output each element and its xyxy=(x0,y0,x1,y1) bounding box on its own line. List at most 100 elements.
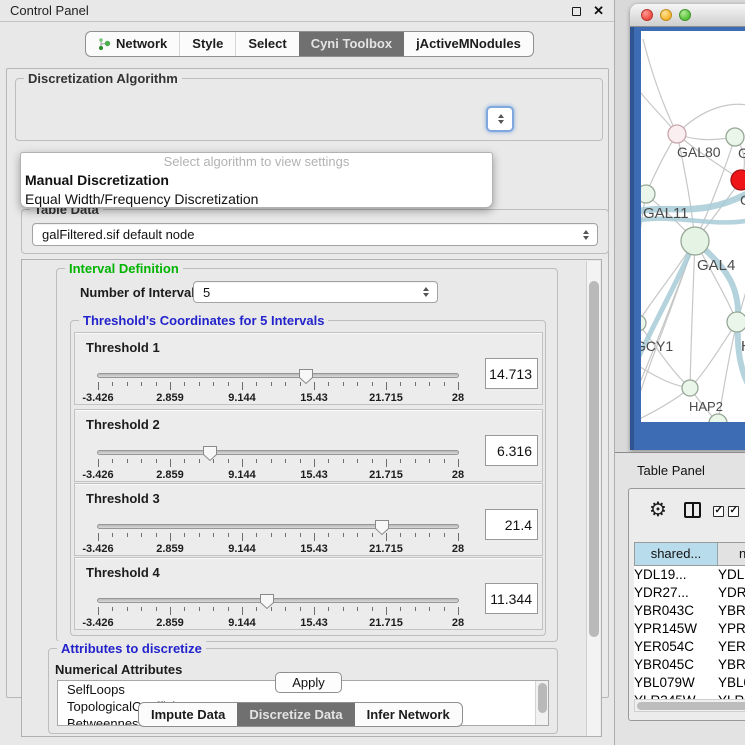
apply-button[interactable]: Apply xyxy=(275,672,342,693)
threshold-1-value-field[interactable] xyxy=(485,358,538,389)
table-row[interactable]: YLR345W YLR3 xyxy=(634,692,745,699)
table-row[interactable]: YDL19... YDL1 xyxy=(634,566,745,584)
node-gal80[interactable] xyxy=(668,125,686,143)
table-panel: ⚙ shared... n YDL19... YDL1 xyxy=(628,488,745,721)
top-tab-bar: Network Style Select Cyni Toolbox jActiv… xyxy=(85,31,534,57)
node-top-right[interactable] xyxy=(726,128,744,146)
slider-scale-labels: -3.4262.8599.14415.4321.71528 xyxy=(98,469,458,481)
threshold-1-label: Threshold 1 xyxy=(86,340,160,355)
number-of-intervals-label: Number of Intervals xyxy=(80,285,202,300)
tab-infer-network[interactable]: Infer Network xyxy=(355,703,462,726)
node-gal11[interactable] xyxy=(641,185,655,203)
table-row[interactable]: YDR27... YDR2 xyxy=(634,584,745,602)
checkbox-icon-2[interactable] xyxy=(728,506,739,517)
threshold-2-label: Threshold 2 xyxy=(86,417,160,432)
threshold-4-label: Threshold 4 xyxy=(86,565,160,580)
label-gal4: GAL4 xyxy=(697,257,735,274)
tab-network[interactable]: Network xyxy=(86,32,179,56)
table-toolbar: ⚙ xyxy=(629,489,745,541)
gear-icon[interactable]: ⚙ xyxy=(649,497,667,522)
tab-cyni-toolbox[interactable]: Cyni Toolbox xyxy=(299,32,404,56)
threshold-1-slider[interactable]: -3.4262.8599.14415.4321.71528 xyxy=(97,373,459,378)
threshold-2-panel: Threshold 2 -3.4262.8599.14415.4321.7152… xyxy=(74,409,543,482)
combo-arrows-icon xyxy=(498,114,504,124)
table-row[interactable]: YBL079W YBL0 xyxy=(634,674,745,692)
numerical-attributes-label: Numerical Attributes xyxy=(55,662,182,677)
node-hap2[interactable] xyxy=(682,380,698,396)
discretization-algorithm-title: Discretization Algorithm xyxy=(24,71,182,86)
control-panel-window: Control Panel ✕ Network Style Select Cyn… xyxy=(0,0,615,745)
screen: Control Panel ✕ Network Style Select Cyn… xyxy=(0,0,745,745)
tab-discretize-data[interactable]: Discretize Data xyxy=(237,703,354,726)
list-scrollbar-thumb[interactable] xyxy=(538,683,547,713)
threshold-3-label: Threshold 3 xyxy=(86,491,160,506)
number-of-intervals-value: 5 xyxy=(203,285,210,300)
threshold-4-slider[interactable]: -3.4262.8599.14415.4321.71528 xyxy=(97,598,459,603)
node-right-mid[interactable] xyxy=(727,312,745,332)
table-row[interactable]: YBR043C YBR0 xyxy=(634,602,745,620)
table-panel-title: Table Panel xyxy=(637,463,705,478)
node-gcy1[interactable] xyxy=(641,315,646,331)
threshold-2-value-field[interactable] xyxy=(485,435,538,466)
tab-impute-data[interactable]: Impute Data xyxy=(139,703,237,726)
slider-scale-labels: -3.4262.8599.14415.4321.71528 xyxy=(98,392,458,404)
network-window-titlebar xyxy=(630,4,745,27)
slider-ruler xyxy=(98,459,458,468)
threshold-2-slider[interactable]: -3.4262.8599.14415.4321.71528 xyxy=(97,450,459,455)
slider-ruler xyxy=(98,607,458,616)
column-header-name[interactable]: n xyxy=(718,543,745,565)
table-row[interactable]: YER054C YER0 xyxy=(634,638,745,656)
table-row[interactable]: YPR145W YPR1 xyxy=(634,620,745,638)
label-gal80: GAL80 xyxy=(677,144,721,160)
float-window-icon[interactable] xyxy=(572,7,581,16)
table-row[interactable]: YBR045C YBR0 xyxy=(634,656,745,674)
close-traffic-light[interactable] xyxy=(641,9,653,21)
node-selected-red[interactable] xyxy=(731,170,745,190)
checkbox-icon-1[interactable] xyxy=(713,506,724,517)
dropdown-option-equal-width-frequency[interactable]: Equal Width/Frequency Discretization xyxy=(21,190,492,209)
network-window-frame: GAL80 GA C GAL11 GAL4 GCY1 H HAP2 xyxy=(630,27,745,450)
attributes-group-title: Attributes to discretize xyxy=(57,641,206,656)
minimize-traffic-light[interactable] xyxy=(660,9,672,21)
settings-scroll-area: Interval Definition Number of Intervals … xyxy=(21,259,602,737)
network-graph: GAL80 GA C GAL11 GAL4 GCY1 H HAP2 xyxy=(641,31,745,422)
discretization-algorithm-group: Discretization Algorithm xyxy=(15,78,603,141)
label-gal11: GAL11 xyxy=(643,205,689,222)
settings-scrollbar-thumb[interactable] xyxy=(589,281,599,637)
list-scrollbar[interactable] xyxy=(535,681,548,725)
label-partial-c: C xyxy=(740,192,745,208)
network-canvas[interactable]: GAL80 GA C GAL11 GAL4 GCY1 H HAP2 xyxy=(641,31,745,422)
combo-arrows-icon xyxy=(583,230,589,240)
table-panel-region: Table Panel ⚙ shared... n YDL19... xyxy=(615,452,745,745)
threshold-3-value-field[interactable] xyxy=(485,509,538,540)
slider-ruler xyxy=(98,533,458,542)
dropdown-option-manual-discretization[interactable]: Manual Discretization xyxy=(21,171,492,190)
threshold-3-panel: Threshold 3 -3.4262.8599.14415.4321.7152… xyxy=(74,483,543,556)
threshold-3-slider[interactable]: -3.4262.8599.14415.4321.71528 xyxy=(97,524,459,529)
table-horizontal-scrollbar[interactable] xyxy=(634,699,745,712)
settings-vertical-scrollbar[interactable] xyxy=(586,261,600,737)
label-gcy1: GCY1 xyxy=(641,338,673,354)
table-data-combobox[interactable]: galFiltered.sif default node xyxy=(32,223,598,246)
column-header-shared-name[interactable]: shared... xyxy=(635,543,718,565)
threshold-4-value-field[interactable] xyxy=(485,583,538,614)
number-of-intervals-combobox[interactable]: 5 xyxy=(193,281,438,303)
bottom-tab-bar: Impute Data Discretize Data Infer Networ… xyxy=(138,702,463,727)
tab-select[interactable]: Select xyxy=(235,32,298,56)
dropdown-hint-option[interactable]: Select algorithm to view settings xyxy=(21,153,492,171)
tab-style[interactable]: Style xyxy=(179,32,235,56)
zoom-traffic-light[interactable] xyxy=(679,9,691,21)
tab-jactivemnodules[interactable]: jActiveMNodules xyxy=(404,32,533,56)
table-hscrollbar-thumb[interactable] xyxy=(637,702,745,710)
close-icon[interactable]: ✕ xyxy=(593,0,604,22)
algorithm-combobox-focus-ring[interactable] xyxy=(486,106,514,132)
slider-scale-labels: -3.4262.8599.14415.4321.71528 xyxy=(98,543,458,555)
panel-title: Control Panel xyxy=(10,3,89,18)
threshold-4-panel: Threshold 4 -3.4262.8599.14415.4321.7152… xyxy=(74,557,543,630)
desktop-right-region: GAL80 GA C GAL11 GAL4 GCY1 H HAP2 Table … xyxy=(615,0,745,745)
slider-ruler xyxy=(98,382,458,391)
label-partial-h: H xyxy=(741,338,745,355)
columns-icon[interactable] xyxy=(684,502,701,518)
node-gal4[interactable] xyxy=(681,227,709,255)
combo-arrows-icon xyxy=(423,287,429,297)
